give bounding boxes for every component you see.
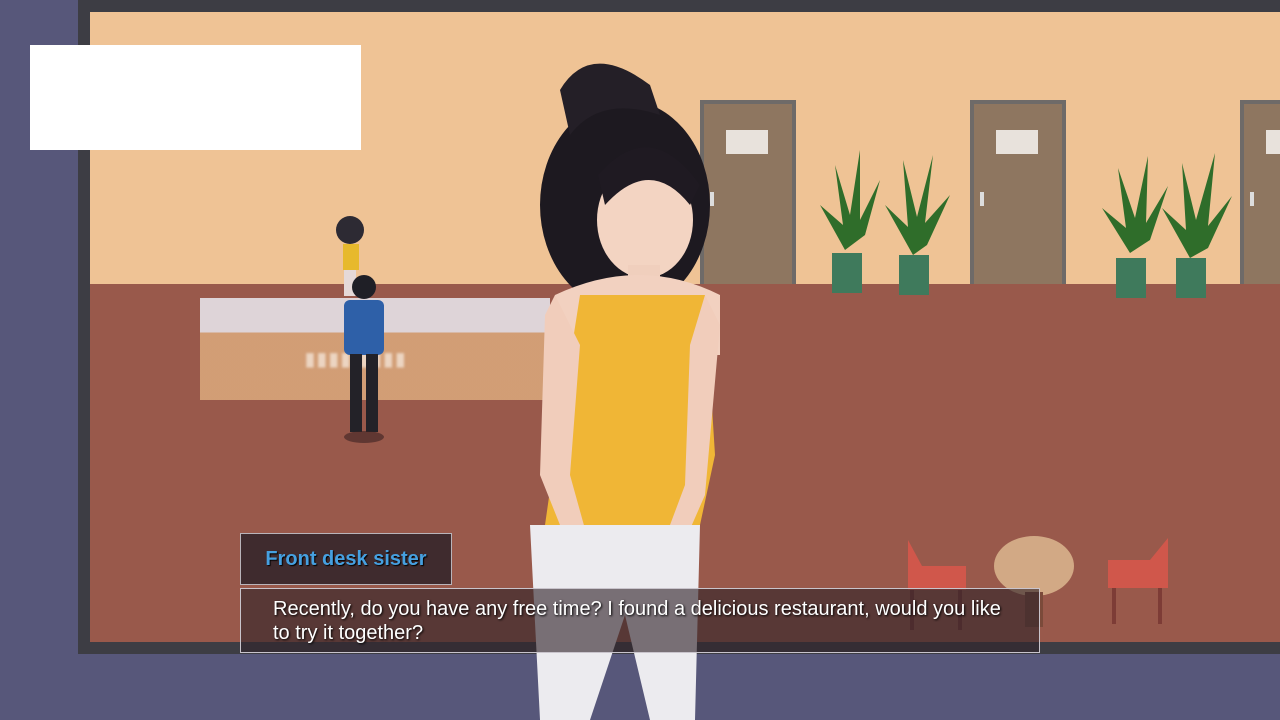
player-sprite	[344, 275, 384, 443]
dialogue-box[interactable]: Recently, do you have any free time? I f…	[240, 588, 1040, 653]
speaker-name: Front desk sister	[265, 547, 427, 570]
redaction-box	[30, 45, 361, 150]
speaker-name-box: Front desk sister	[240, 533, 452, 585]
potted-plants	[1102, 153, 1232, 298]
potted-plants	[820, 150, 950, 295]
door	[1240, 100, 1280, 284]
door	[970, 100, 1066, 284]
dialogue-text: Recently, do you have any free time? I f…	[273, 598, 1001, 644]
